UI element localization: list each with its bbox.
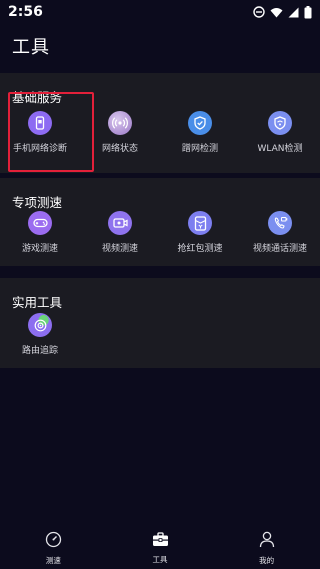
tool-video-speed-test[interactable]: 视频测速	[80, 211, 160, 254]
tool-label: 网络状态	[101, 144, 138, 154]
tool-game-speed-test[interactable]: 游戏测速	[0, 211, 80, 254]
tool-label: WLAN检测	[257, 144, 303, 154]
section-title: 专项测速	[12, 195, 63, 210]
shield-check-icon	[188, 111, 212, 135]
red-packet-icon	[188, 211, 212, 235]
signal-icon	[288, 7, 299, 18]
tool-label: 视频测速	[101, 244, 138, 254]
tool-phone-network-diagnosis[interactable]: 手机网络诊断	[0, 111, 80, 154]
tool-label: 路由追踪	[21, 346, 58, 356]
route-trace-icon	[28, 313, 52, 337]
tool-grid: 游戏测速 视频测速 抢红包测速 视频通话测速	[0, 211, 320, 254]
status-time: 2:56	[8, 4, 43, 20]
tool-video-call-speed-test[interactable]: 视频通话测速	[240, 211, 320, 254]
wifi-icon	[270, 7, 283, 18]
network-status-icon	[108, 111, 132, 135]
speedometer-icon	[45, 531, 62, 552]
do-not-disturb-icon	[253, 6, 265, 18]
nav-tab-tools[interactable]: 工具	[107, 527, 214, 569]
tool-wifi-leech-detection[interactable]: 蹭网检测	[160, 111, 240, 154]
video-call-icon	[268, 211, 292, 235]
tool-label: 游戏测速	[21, 244, 58, 254]
nav-label: 测速	[45, 555, 61, 565]
tool-grid: 手机网络诊断 网络状态 蹭网检测 WLAN检测	[0, 111, 320, 154]
gamepad-icon	[28, 211, 52, 235]
tool-grid: 路由追踪	[0, 313, 320, 356]
tool-route-trace[interactable]: 路由追踪	[0, 313, 80, 356]
status-icons	[253, 5, 312, 19]
section-special-speed-test: 专项测速 游戏测速 视频测速 抢红包测速 视频通话测速	[0, 178, 320, 266]
status-bar: 2:56	[0, 0, 320, 24]
battery-icon	[304, 5, 312, 19]
section-utility-tools: 实用工具 路由追踪	[0, 278, 320, 368]
video-icon	[108, 211, 132, 235]
nav-label: 我的	[259, 555, 275, 565]
tool-label: 视频通话测速	[252, 244, 307, 254]
section-title: 基础服务	[12, 90, 63, 105]
toolbox-icon	[152, 531, 169, 551]
tool-network-status[interactable]: 网络状态	[80, 111, 160, 154]
page-title: 工具	[12, 37, 50, 58]
section-basic-services: 基础服务 手机网络诊断 网络状态 蹭网检测 WLAN检测	[0, 73, 320, 173]
section-title: 实用工具	[12, 295, 63, 310]
wlan-shield-icon	[268, 111, 292, 135]
tool-label: 蹭网检测	[181, 144, 218, 154]
tool-label: 手机网络诊断	[12, 144, 67, 154]
tool-wlan-detection[interactable]: WLAN检测	[240, 111, 320, 154]
tool-label: 抢红包测速	[177, 244, 223, 254]
tool-red-packet-speed-test[interactable]: 抢红包测速	[160, 211, 240, 254]
nav-tab-mine[interactable]: 我的	[213, 527, 320, 569]
nav-tab-speed-test[interactable]: 测速	[0, 527, 107, 569]
bottom-nav: 测速 工具 我的	[0, 527, 320, 569]
nav-label: 工具	[152, 554, 168, 564]
phone-diagnostic-icon	[28, 111, 52, 135]
person-icon	[259, 531, 275, 552]
